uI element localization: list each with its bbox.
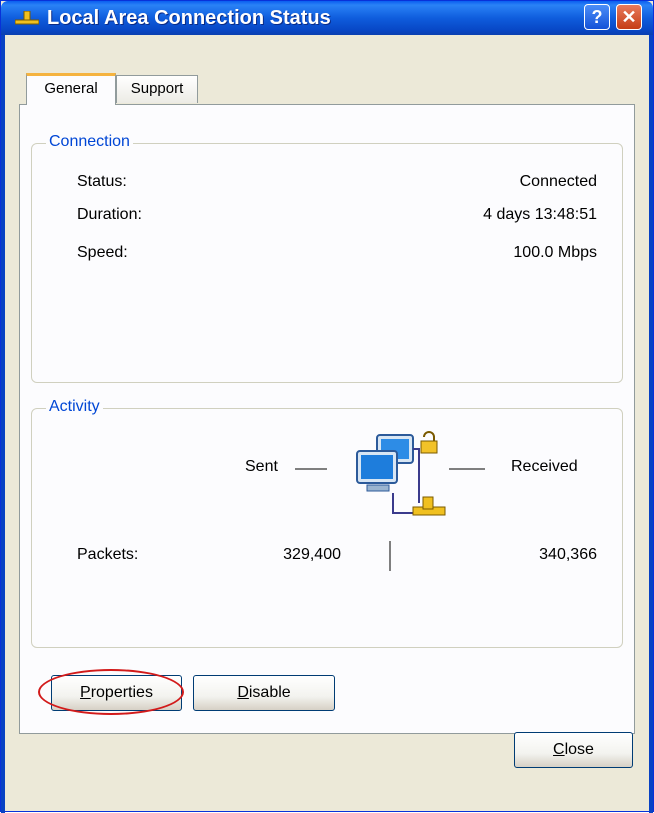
packets-received-value: 340,366 (539, 546, 597, 563)
title-bar[interactable]: Local Area Connection Status ? ✕ (1, 1, 653, 35)
tab-support[interactable]: Support (116, 75, 198, 103)
window-frame-left (1, 35, 5, 813)
network-computers-lock-icon (356, 431, 446, 516)
packets-sent-value: 329,400 (283, 546, 341, 563)
status-label: Status: (77, 173, 127, 190)
connection-legend: Connection (46, 133, 133, 151)
status-value: Connected (519, 173, 597, 190)
window-title: Local Area Connection Status (47, 7, 331, 29)
close-accel: C (553, 741, 565, 758)
speed-value: 100.0 Mbps (513, 244, 597, 261)
network-connection-icon (15, 11, 39, 25)
tab-support-label: Support (130, 80, 184, 97)
received-label: Received (511, 458, 578, 475)
duration-value: 4 days 13:48:51 (483, 206, 597, 223)
sent-label: Sent (245, 458, 278, 475)
activity-legend: Activity (46, 398, 103, 416)
sent-dash (295, 468, 327, 470)
disable-accel: D (237, 684, 249, 701)
annotation-circle (38, 669, 184, 715)
received-dash (449, 468, 485, 470)
tab-general-label: General (44, 80, 98, 97)
close-rest: lose (564, 741, 594, 758)
dialog-window: Local Area Connection Status ? ✕ General… (0, 0, 654, 813)
close-icon: ✕ (621, 7, 637, 27)
activity-group: Activity (31, 398, 623, 648)
disable-rest: isable (248, 684, 291, 701)
tab-general[interactable]: General (26, 73, 116, 105)
help-button[interactable]: ? (584, 4, 610, 30)
disable-button[interactable]: Disable (193, 675, 335, 711)
speed-label: Speed: (77, 244, 128, 261)
help-icon: ? (591, 7, 603, 27)
packets-divider (389, 541, 391, 571)
window-frame-right (649, 35, 653, 813)
duration-label: Duration: (77, 206, 142, 223)
packets-label: Packets: (77, 546, 139, 563)
close-button[interactable]: Close (514, 732, 633, 768)
close-window-button[interactable]: ✕ (616, 4, 642, 30)
